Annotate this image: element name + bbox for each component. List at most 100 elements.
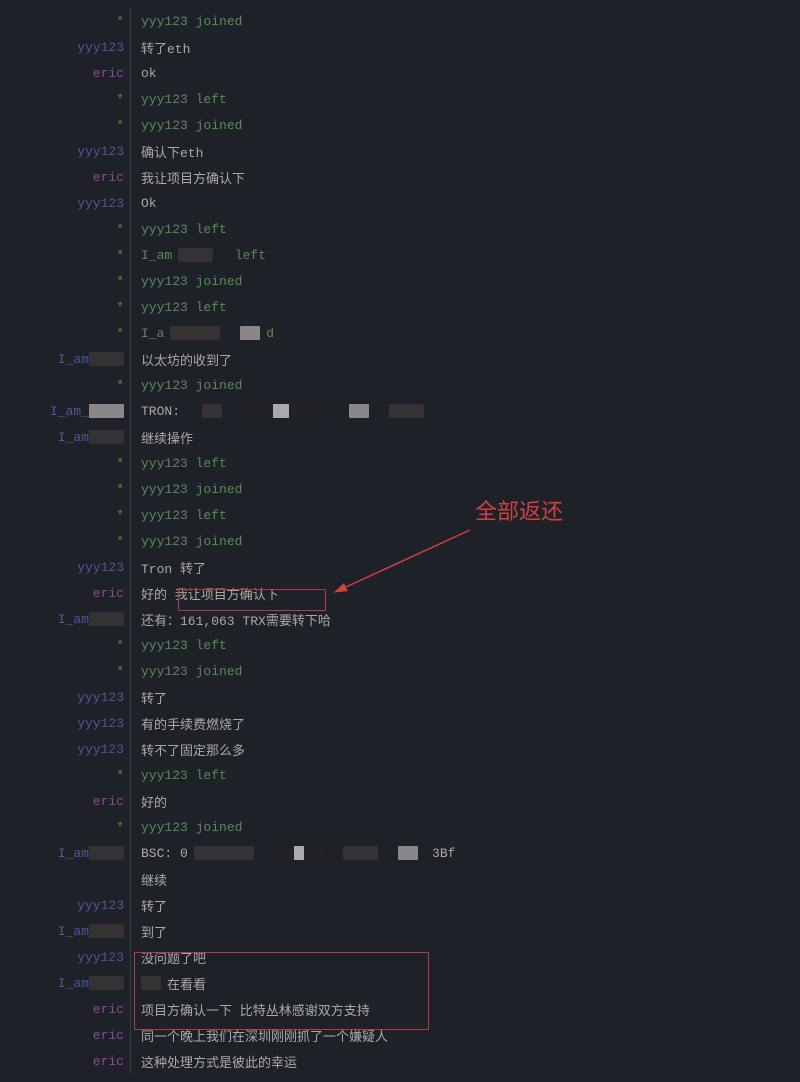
chat-nick: eric [8,66,130,81]
chat-message: yyy123 joined [131,118,242,133]
chat-message: yyy123 left [131,300,227,315]
chat-line: 继续 [0,866,800,892]
chat-line: eric我让项目方确认下 [0,164,800,190]
chat-line: I_amBSC: 0 3Bf [0,840,800,866]
chat-nick: * [8,508,130,523]
redaction [240,326,260,340]
chat-nick: eric [8,794,130,809]
chat-message: ok [131,66,157,81]
chat-line: *yyy123 left [0,762,800,788]
chat-message: 转了 [131,896,167,915]
chat-nick: yyy123 [8,950,130,965]
redaction [89,846,124,860]
chat-message: BSC: 0 3Bf [131,846,455,861]
chat-message: 以太坊的收到了 [131,350,232,369]
chat-message: 到了 [131,922,167,941]
chat-message: 转不了固定那么多 [131,740,245,759]
chat-nick: I_am [8,352,130,367]
chat-line: yyy123确认下eth [0,138,800,164]
redaction [389,404,424,418]
chat-nick: * [8,92,130,107]
redaction [343,846,378,860]
chat-line: *yyy123 joined [0,372,800,398]
chat-line: eric同一个晚上我们在深圳刚刚抓了一个嫌疑人 [0,1022,800,1048]
chat-message: 转了eth [131,38,190,57]
chat-line: I_am以太坊的收到了 [0,346,800,372]
chat-nick: * [8,456,130,471]
chat-message: I_a d [131,326,274,341]
redaction [141,976,161,990]
chat-line: *yyy123 left [0,294,800,320]
chat-nick: yyy123 [8,690,130,705]
chat-message: 继续操作 [131,428,193,447]
redaction [89,404,124,418]
chat-line: ericok [0,60,800,86]
chat-line: eric这种处理方式是彼此的幸运 [0,1048,800,1074]
chat-message: yyy123 joined [131,664,242,679]
chat-message: 转了 [131,688,167,707]
chat-line: I_am继续操作 [0,424,800,450]
chat-line: eric项目方确认一下 比特丛林感谢双方支持 [0,996,800,1022]
chat-message: yyy123 joined [131,14,242,29]
redaction [89,612,124,626]
chat-line: *yyy123 joined [0,268,800,294]
chat-line: *yyy123 left [0,86,800,112]
chat-log: *yyy123 joinedyyy123转了ethericok*yyy123 l… [0,0,800,1082]
chat-line: I_am还有：161,063 TRX需要转下哈 [0,606,800,632]
chat-nick: yyy123 [8,742,130,757]
chat-line: I_am_TRON: [0,398,800,424]
chat-message: 在看看 [131,974,206,993]
chat-line: I_am在看看 [0,970,800,996]
chat-line: yyy123转了 [0,684,800,710]
chat-nick: * [8,222,130,237]
chat-nick: * [8,300,130,315]
chat-nick: eric [8,170,130,185]
chat-message: 确认下eth [131,142,203,161]
chat-nick: * [8,534,130,549]
chat-line: yyy123没问题了吧 [0,944,800,970]
chat-line: eric好的 [0,788,800,814]
chat-message: 继续 [131,870,167,889]
chat-nick: I_am [8,976,130,991]
chat-message: 我让项目方确认下 [131,168,245,187]
chat-line: *yyy123 joined [0,528,800,554]
redaction [398,846,418,860]
chat-message: yyy123 left [131,638,227,653]
chat-message: yyy123 left [131,456,227,471]
chat-line: *I_a d [0,320,800,346]
chat-message: 项目方确认一下 比特丛林感谢双方支持 [131,1000,370,1019]
chat-nick: eric [8,1054,130,1069]
chat-message: 好的 我让项目方确认下 [131,584,279,603]
chat-line: yyy123Tron 转了 [0,554,800,580]
chat-message: yyy123 joined [131,482,242,497]
chat-message: 有的手续费燃烧了 [131,714,245,733]
chat-nick: * [8,14,130,29]
chat-line: *yyy123 joined [0,658,800,684]
redaction [202,404,222,418]
chat-message: yyy123 left [131,768,227,783]
redaction [194,846,254,860]
redaction [170,326,220,340]
chat-line: *yyy123 joined [0,814,800,840]
chat-nick: * [8,664,130,679]
chat-line: *yyy123 left [0,502,800,528]
chat-message: yyy123 joined [131,534,242,549]
chat-line: yyy123转了 [0,892,800,918]
chat-message: Tron 转了 [131,558,206,577]
chat-nick: * [8,768,130,783]
chat-nick: * [8,638,130,653]
chat-message: yyy123 left [131,508,227,523]
chat-nick: yyy123 [8,898,130,913]
chat-message: yyy123 joined [131,274,242,289]
chat-nick: * [8,274,130,289]
chat-nick: yyy123 [8,716,130,731]
chat-nick: * [8,820,130,835]
redaction [89,976,124,990]
chat-nick: yyy123 [8,144,130,159]
chat-nick: I_am [8,846,130,861]
chat-nick: eric [8,586,130,601]
redaction [349,404,369,418]
chat-line: *yyy123 joined [0,112,800,138]
redaction [274,846,324,860]
chat-message: TRON: [131,404,424,419]
